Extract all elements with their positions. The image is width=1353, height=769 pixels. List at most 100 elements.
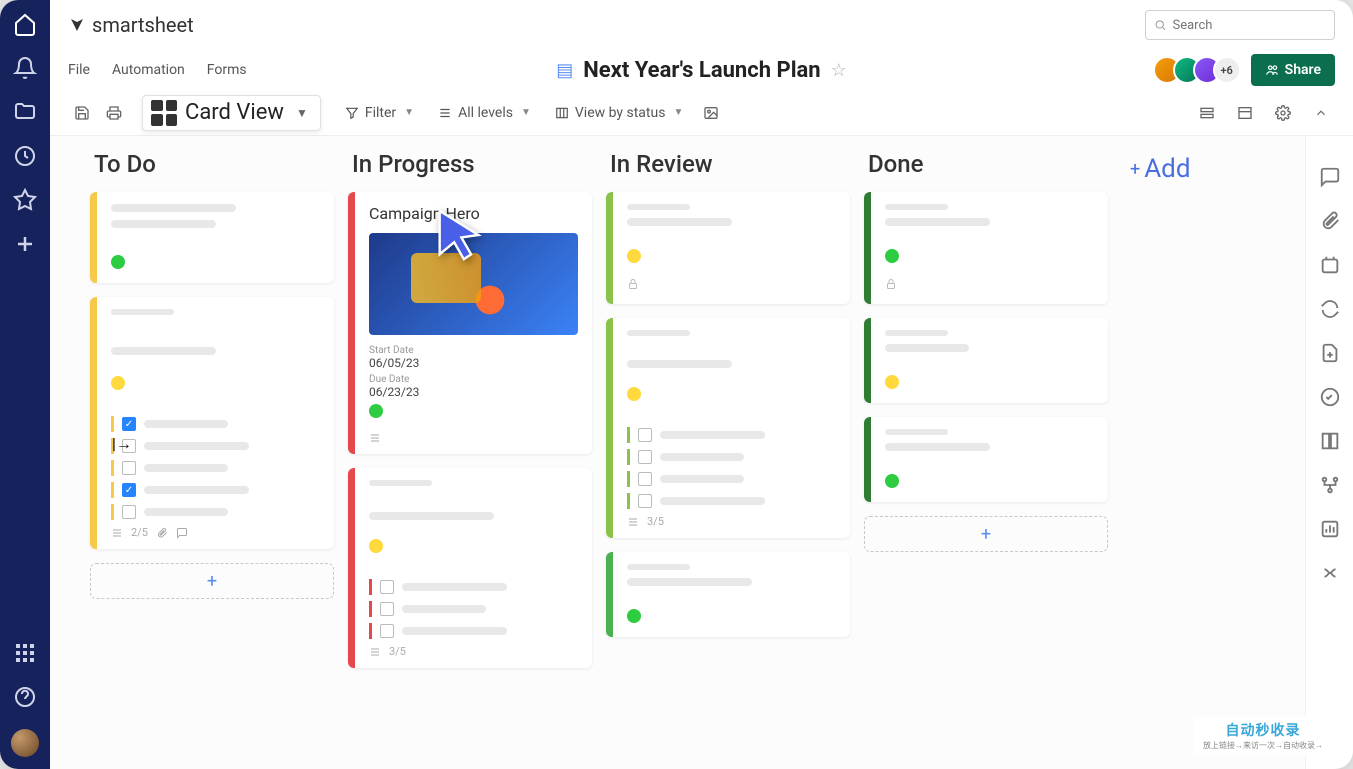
add-card-button[interactable]: + — [90, 563, 334, 599]
document-icon: ▤ — [556, 60, 573, 81]
checkbox-icon[interactable] — [122, 461, 136, 475]
checkbox-icon[interactable] — [122, 505, 136, 519]
chevron-down-icon: ▼ — [521, 107, 531, 118]
column-title: To Do — [90, 150, 334, 178]
proofs-panel-icon[interactable] — [1319, 254, 1341, 276]
checkbox-icon[interactable] — [380, 624, 394, 638]
add-column-button[interactable]: + Add — [1122, 150, 1242, 188]
card[interactable] — [90, 192, 334, 283]
checklist-meta-icon — [627, 516, 639, 528]
nav-help-icon[interactable] — [13, 685, 37, 709]
columns-icon — [555, 106, 569, 120]
nav-add-icon[interactable] — [13, 232, 37, 256]
nav-favorites-icon[interactable] — [13, 188, 37, 212]
workflow-icon[interactable] — [1319, 474, 1341, 496]
start-date-label: Start Date — [369, 345, 578, 356]
status-dot-yellow — [885, 375, 899, 389]
menu-automation[interactable]: Automation — [112, 62, 185, 78]
summary-panel-icon[interactable] — [1319, 430, 1341, 452]
card[interactable] — [864, 192, 1108, 304]
print-icon[interactable] — [100, 99, 128, 127]
compact-view-icon[interactable] — [1193, 99, 1221, 127]
checkbox-icon[interactable] — [638, 494, 652, 508]
checkbox-icon[interactable]: ✓ — [122, 483, 136, 497]
cursor-pointer-overlay — [430, 206, 488, 268]
lock-icon — [627, 278, 639, 290]
card[interactable] — [606, 552, 850, 637]
view-switcher[interactable]: Card View ▼ — [142, 95, 321, 131]
right-rail — [1305, 136, 1353, 769]
status-dot-yellow — [627, 249, 641, 263]
nav-folder-icon[interactable] — [13, 100, 37, 124]
filter-button[interactable]: Filter ▼ — [335, 105, 424, 121]
levels-dropdown[interactable]: All levels ▼ — [428, 105, 541, 121]
card[interactable] — [606, 192, 850, 304]
due-date-label: Due Date — [369, 374, 578, 385]
collaborator-avatars[interactable]: +6 — [1153, 56, 1241, 84]
menu-file[interactable]: File — [68, 62, 90, 78]
checkbox-icon[interactable] — [638, 428, 652, 442]
collaborator-more-count[interactable]: +6 — [1213, 56, 1241, 84]
card[interactable] — [864, 318, 1108, 403]
activity-log-icon[interactable] — [1319, 386, 1341, 408]
attachments-panel-icon[interactable] — [1319, 210, 1341, 232]
status-dot-green — [627, 609, 641, 623]
card[interactable]: 3/5 — [348, 468, 592, 668]
watermark: 自动秒收录 放上链接→来访一次→自动收录→ — [1193, 716, 1333, 755]
connections-icon[interactable] — [1319, 562, 1341, 584]
nav-apps-icon[interactable] — [13, 641, 37, 665]
view-by-dropdown[interactable]: View by status ▼ — [545, 105, 693, 121]
card[interactable]: ✓ ✓ 2/5 — [90, 297, 334, 549]
comments-panel-icon[interactable] — [1319, 166, 1341, 188]
checkbox-icon[interactable] — [380, 580, 394, 594]
refresh-icon[interactable] — [1319, 298, 1341, 320]
checkbox-icon[interactable]: ✓ — [122, 417, 136, 431]
view-by-label: View by status — [575, 105, 666, 121]
share-label: Share — [1285, 62, 1321, 78]
add-column-label: Add — [1144, 154, 1190, 184]
status-dot-green — [111, 255, 125, 269]
global-search[interactable] — [1145, 10, 1335, 40]
column-in-review: In Review — [606, 150, 850, 755]
nav-recents-icon[interactable] — [13, 144, 37, 168]
checkbox-icon[interactable] — [638, 472, 652, 486]
expand-panel-icon[interactable]: |→ — [112, 434, 132, 454]
people-icon — [1265, 63, 1279, 77]
document-request-icon[interactable] — [1319, 342, 1341, 364]
toolbar: Card View ▼ Filter ▼ All levels ▼ View b… — [50, 90, 1353, 136]
checkbox-icon[interactable] — [380, 602, 394, 616]
search-input[interactable] — [1173, 18, 1327, 33]
topbar: smartsheet — [50, 0, 1353, 50]
expanded-view-icon[interactable] — [1231, 99, 1259, 127]
brand-logo[interactable]: smartsheet — [68, 13, 194, 37]
add-column: + Add — [1122, 150, 1242, 755]
column-title: In Progress — [348, 150, 592, 178]
checkbox-icon[interactable] — [638, 450, 652, 464]
favorite-star-icon[interactable]: ☆ — [831, 60, 847, 81]
checklist-count: 3/5 — [389, 645, 406, 658]
global-nav-sidebar — [0, 0, 50, 769]
add-card-button[interactable]: + — [864, 516, 1108, 552]
save-icon[interactable] — [68, 99, 96, 127]
column-title: Done — [864, 150, 1108, 178]
levels-label: All levels — [458, 105, 513, 121]
chevron-down-icon: ▼ — [404, 107, 414, 118]
status-dot-yellow — [369, 539, 383, 553]
column-done: Done — [864, 150, 1108, 755]
card[interactable] — [864, 417, 1108, 502]
due-date-value: 06/23/23 — [369, 385, 578, 399]
status-dot-yellow — [627, 387, 641, 401]
document-title[interactable]: Next Year's Launch Plan — [583, 58, 820, 83]
share-button[interactable]: Share — [1251, 54, 1335, 86]
nav-user-avatar[interactable] — [11, 729, 39, 757]
settings-gear-icon[interactable] — [1269, 99, 1297, 127]
nav-notifications-icon[interactable] — [13, 56, 37, 80]
reports-icon[interactable] — [1319, 518, 1341, 540]
collapse-icon[interactable] — [1307, 99, 1335, 127]
lock-icon — [885, 278, 897, 290]
menu-forms[interactable]: Forms — [207, 62, 247, 78]
nav-home-icon[interactable] — [13, 12, 37, 36]
chevron-down-icon: ▼ — [296, 106, 308, 120]
image-toggle-icon[interactable] — [697, 99, 725, 127]
card[interactable]: 3/5 — [606, 318, 850, 538]
